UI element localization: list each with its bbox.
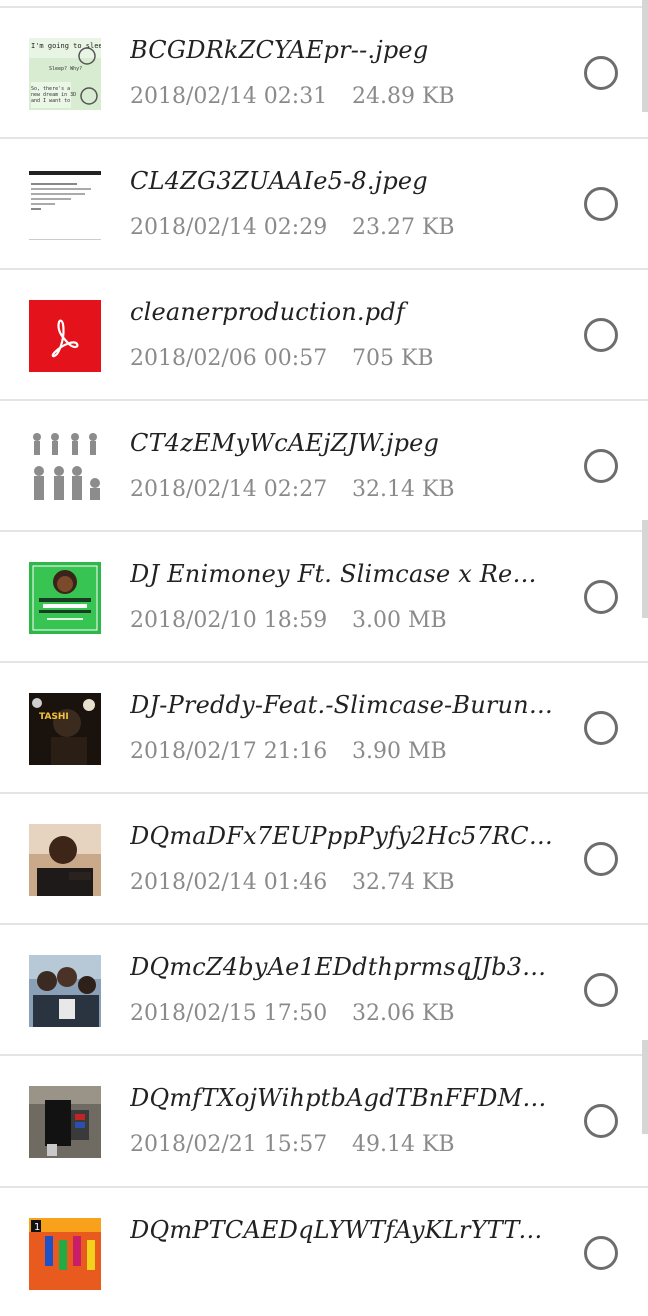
list-item[interactable]: TASHI DJ-Preddy-Feat.-Slimcase-Burundi-T… (0, 661, 648, 791)
file-name: DJ-Preddy-Feat.-Slimcase-Burundi-T... (130, 691, 558, 719)
file-meta: 2018/02/21 15:57 49.14 KB (130, 1132, 550, 1157)
file-meta: 2018/02/17 21:16 3.90 MB (130, 739, 550, 764)
file-list: I'm going to sleep!! Sleep? Why? So, the… (0, 0, 648, 1316)
file-size: 3.90 MB (352, 739, 447, 764)
album-art-dark-icon: TASHI (29, 693, 101, 765)
select-radio[interactable] (584, 580, 618, 614)
meme-icon: I'm going to sleep!! Sleep? Why? So, the… (29, 38, 101, 110)
file-size: 32.74 KB (352, 870, 455, 895)
svg-text:1: 1 (34, 1222, 40, 1233)
svg-text:and I want to: and I want to (31, 98, 70, 104)
list-item[interactable]: DQmfTXojWihptbAgdTBnFFDMTb5a... 2018/02/… (0, 1054, 648, 1184)
scrollbar-middle[interactable] (642, 520, 648, 618)
file-date: 2018/02/14 02:27 (130, 477, 328, 502)
file-size: 23.27 KB (352, 215, 455, 240)
file-meta: 2018/02/14 01:46 32.74 KB (130, 870, 550, 895)
list-item[interactable]: DJ Enimoney Ft. Slimcase x Remini... 201… (0, 530, 648, 660)
outfit-photo-icon (29, 1086, 101, 1158)
select-radio[interactable] (584, 1236, 618, 1270)
svg-text:Sleep? Why?: Sleep? Why? (49, 66, 82, 72)
file-size: 24.89 KB (352, 84, 455, 109)
file-name: DQmfTXojWihptbAgdTBnFFDMTb5a... (130, 1084, 558, 1112)
file-name: CL4ZG3ZUAAIe5-8.jpeg (130, 167, 428, 195)
file-date: 2018/02/10 18:59 (130, 608, 328, 633)
silhouettes-icon (29, 431, 101, 503)
group-photo-icon (29, 955, 101, 1027)
file-meta: 2018/02/06 00:57 705 KB (130, 346, 550, 371)
scrollbar-bottom[interactable] (642, 1040, 648, 1134)
file-name: CT4zEMyWcAEjZJW.jpeg (130, 429, 440, 457)
file-name: BCGDRkZCYAEpr--.jpeg (130, 36, 429, 64)
screenshot-icon (29, 169, 101, 241)
select-radio[interactable] (584, 187, 618, 221)
portrait-photo-icon (29, 824, 101, 896)
select-radio[interactable] (584, 318, 618, 352)
svg-text:TASHI: TASHI (39, 712, 69, 722)
file-name: cleanerproduction.pdf (130, 298, 405, 326)
file-size: 3.00 MB (352, 608, 447, 633)
pdf-icon (29, 300, 101, 372)
scrollbar-top[interactable] (642, 0, 648, 112)
album-art-green-icon (29, 562, 101, 634)
file-name: DJ Enimoney Ft. Slimcase x Remini... (130, 560, 558, 588)
file-meta: 2018/02/10 18:59 3.00 MB (130, 608, 550, 633)
select-radio[interactable] (584, 973, 618, 1007)
file-size: 705 KB (352, 346, 434, 371)
select-radio[interactable] (584, 449, 618, 483)
file-date: 2018/02/15 17:50 (130, 1001, 328, 1026)
file-date: 2018/02/14 01:46 (130, 870, 328, 895)
select-radio[interactable] (584, 711, 618, 745)
colorful-items-icon: 1 (29, 1218, 101, 1290)
list-item[interactable]: I'm going to sleep!! Sleep? Why? So, the… (0, 6, 648, 136)
file-meta: 2018/02/15 17:50 32.06 KB (130, 1001, 550, 1026)
list-item[interactable]: DQmaDFx7EUPppPyfy2Hc57RCn4C... 2018/02/1… (0, 792, 648, 922)
file-name: DQmPTCAEDqLYWTfAyKLrYTTAN9... (130, 1216, 558, 1244)
file-name: DQmcZ4byAe1EDdthprmsqJJb3wHK... (130, 953, 558, 981)
file-size: 32.06 KB (352, 1001, 455, 1026)
file-date: 2018/02/14 02:31 (130, 84, 328, 109)
file-name: DQmaDFx7EUPppPyfy2Hc57RCn4C... (130, 822, 558, 850)
list-item[interactable]: DQmcZ4byAe1EDdthprmsqJJb3wHK... 2018/02/… (0, 923, 648, 1053)
list-item[interactable]: cleanerproduction.pdf 2018/02/06 00:57 70… (0, 268, 648, 398)
select-radio[interactable] (584, 842, 618, 876)
file-date: 2018/02/14 02:29 (130, 215, 328, 240)
file-size: 49.14 KB (352, 1132, 455, 1157)
file-meta: 2018/02/14 02:29 23.27 KB (130, 215, 550, 240)
svg-text:I'm going to sleep!!: I'm going to sleep!! (31, 42, 101, 50)
list-item[interactable]: CT4zEMyWcAEjZJW.jpeg 2018/02/14 02:27 32.… (0, 399, 648, 529)
file-date: 2018/02/06 00:57 (130, 346, 328, 371)
file-date: 2018/02/17 21:16 (130, 739, 328, 764)
select-radio[interactable] (584, 1104, 618, 1138)
file-meta: 2018/02/14 02:27 32.14 KB (130, 477, 550, 502)
file-meta: 2018/02/14 02:31 24.89 KB (130, 84, 550, 109)
list-item[interactable]: CL4ZG3ZUAAIe5-8.jpeg 2018/02/14 02:29 23.… (0, 137, 648, 267)
select-radio[interactable] (584, 56, 618, 90)
file-date: 2018/02/21 15:57 (130, 1132, 328, 1157)
file-size: 32.14 KB (352, 477, 455, 502)
list-item[interactable]: 1 DQmPTCAEDqLYWTfAyKLrYTTAN9... (0, 1186, 648, 1316)
